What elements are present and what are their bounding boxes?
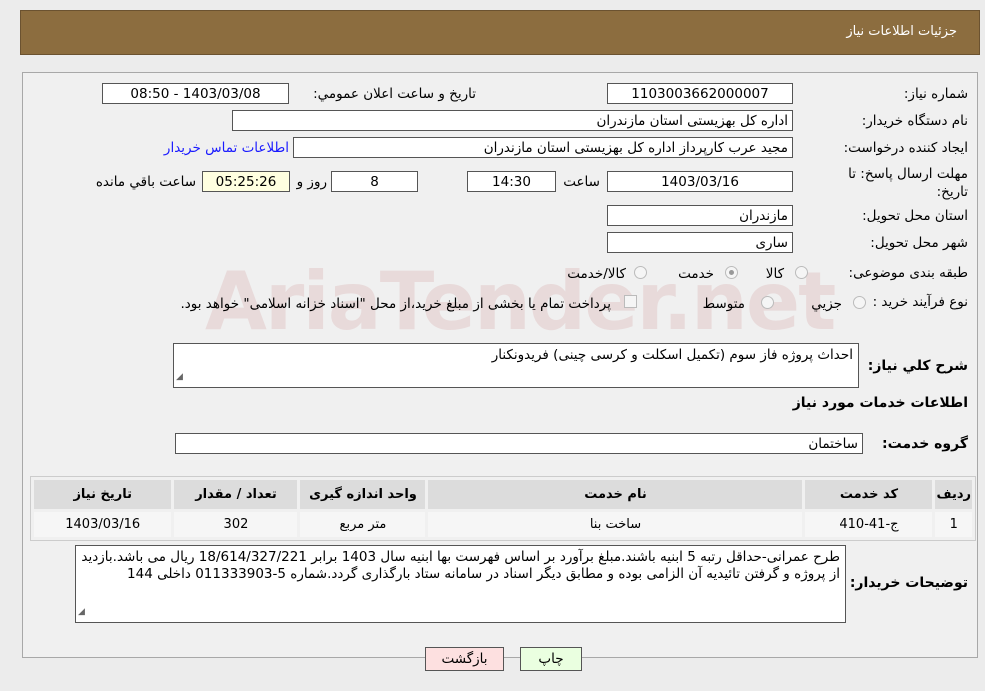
payment-note: پرداخت تمام یا بخشی از مبلغ خرید،از محل … — [180, 296, 611, 312]
cell-service-name: ساخت بنا — [428, 512, 803, 537]
cell-service-code: ج-41-410 — [805, 512, 933, 537]
description-label: شرح کلي نیاز: — [867, 358, 968, 374]
col-need-date: تاریخ نیاز — [34, 480, 172, 509]
description-text: احداث پروژه فاز سوم (تکمیل اسکلت و کرسی … — [491, 347, 853, 363]
creator-label: ایجاد کننده درخواست: — [843, 140, 968, 156]
city-field: ساری — [607, 232, 793, 253]
province-field: مازندران — [607, 205, 793, 226]
category-label: طبقه بندی موضوعی: — [848, 265, 968, 281]
services-table-wrap: ردیف کد خدمت نام خدمت واحد اندازه گیری ت… — [30, 476, 976, 541]
category-option-goods: کالا — [765, 266, 784, 282]
buyer-notes-textarea[interactable]: طرح عمرانی-حداقل رتبه 5 ابنیه باشند.مبلغ… — [75, 545, 846, 623]
col-row-number: ردیف — [935, 480, 972, 509]
resize-grip-icon[interactable]: ◢ — [176, 369, 183, 386]
back-button[interactable]: بازگشت — [425, 647, 504, 671]
services-heading: اطلاعات خدمات مورد نیاز — [792, 395, 968, 411]
category-radio-goods[interactable] — [795, 266, 808, 279]
remaining-label: ساعت باقي مانده — [95, 174, 196, 190]
announce-label: تاریخ و ساعت اعلان عمومي: — [313, 86, 476, 102]
buyer-org-label: نام دستگاه خریدار: — [861, 113, 968, 129]
treasury-payment-checkbox[interactable] — [624, 295, 637, 308]
col-service-code: کد خدمت — [805, 480, 933, 509]
col-quantity: تعداد / مقدار — [174, 480, 298, 509]
cell-unit: متر مربع — [300, 512, 426, 537]
cell-row-number: 1 — [935, 512, 972, 537]
table-row: 1 ج-41-410 ساخت بنا متر مربع 302 1403/03… — [34, 512, 972, 537]
service-group-field: ساختمان — [175, 433, 863, 454]
cell-need-date: 1403/03/16 — [34, 512, 172, 537]
process-option-minor: جزيي — [811, 296, 842, 312]
deadline-date-field: 1403/03/16 — [607, 171, 793, 192]
city-label: شهر محل تحویل: — [870, 235, 968, 251]
buyer-contact-link[interactable]: اطلاعات تماس خریدار — [164, 140, 289, 156]
process-option-medium: متوسط — [702, 296, 745, 312]
category-radio-goods-service[interactable] — [634, 266, 647, 279]
need-number-label: شماره نیاز: — [903, 86, 968, 102]
page-title: جزئیات اطلاعات نیاز — [846, 24, 957, 39]
need-number-field: 1103003662000007 — [607, 83, 793, 104]
days-label: روز و — [296, 174, 327, 190]
deadline-time-label: ساعت — [563, 174, 600, 190]
category-option-service: خدمت — [678, 266, 714, 282]
description-textarea[interactable]: احداث پروژه فاز سوم (تکمیل اسکلت و کرسی … — [173, 343, 859, 388]
process-label: نوع فرآیند خرید : — [872, 294, 968, 310]
buyer-notes-text: طرح عمرانی-حداقل رتبه 5 ابنیه باشند.مبلغ… — [81, 549, 840, 582]
process-radio-minor[interactable] — [853, 296, 866, 309]
process-radio-medium[interactable] — [761, 296, 774, 309]
page-header: جزئیات اطلاعات نیاز — [20, 10, 980, 55]
service-group-label: گروه خدمت: — [882, 436, 968, 452]
cell-quantity: 302 — [174, 512, 298, 537]
resize-grip-icon[interactable]: ◢ — [78, 604, 85, 621]
province-label: استان محل تحویل: — [862, 208, 968, 224]
services-table: ردیف کد خدمت نام خدمت واحد اندازه گیری ت… — [31, 477, 975, 540]
print-button[interactable]: چاپ — [520, 647, 582, 671]
col-service-name: نام خدمت — [428, 480, 803, 509]
buyer-org-field: اداره کل بهزیستی استان مازندران — [232, 110, 793, 131]
announce-field: 1403/03/08 - 08:50 — [102, 83, 289, 104]
creator-field: مجید عرب کارپرداز اداره کل بهزیستی استان… — [293, 137, 793, 158]
deadline-time-field: 14:30 — [467, 171, 556, 192]
col-unit: واحد اندازه گیری — [300, 480, 426, 509]
category-radio-service[interactable] — [725, 266, 738, 279]
remaining-time-field: 05:25:26 — [202, 171, 290, 192]
buyer-notes-label: توضیحات خریدار: — [849, 575, 968, 591]
category-option-goods-service: کالا/خدمت — [567, 266, 626, 282]
table-header-row: ردیف کد خدمت نام خدمت واحد اندازه گیری ت… — [34, 480, 972, 509]
days-field: 8 — [331, 171, 418, 192]
deadline-label: مهلت ارسال پاسخ: تا تاریخ: — [848, 166, 968, 200]
